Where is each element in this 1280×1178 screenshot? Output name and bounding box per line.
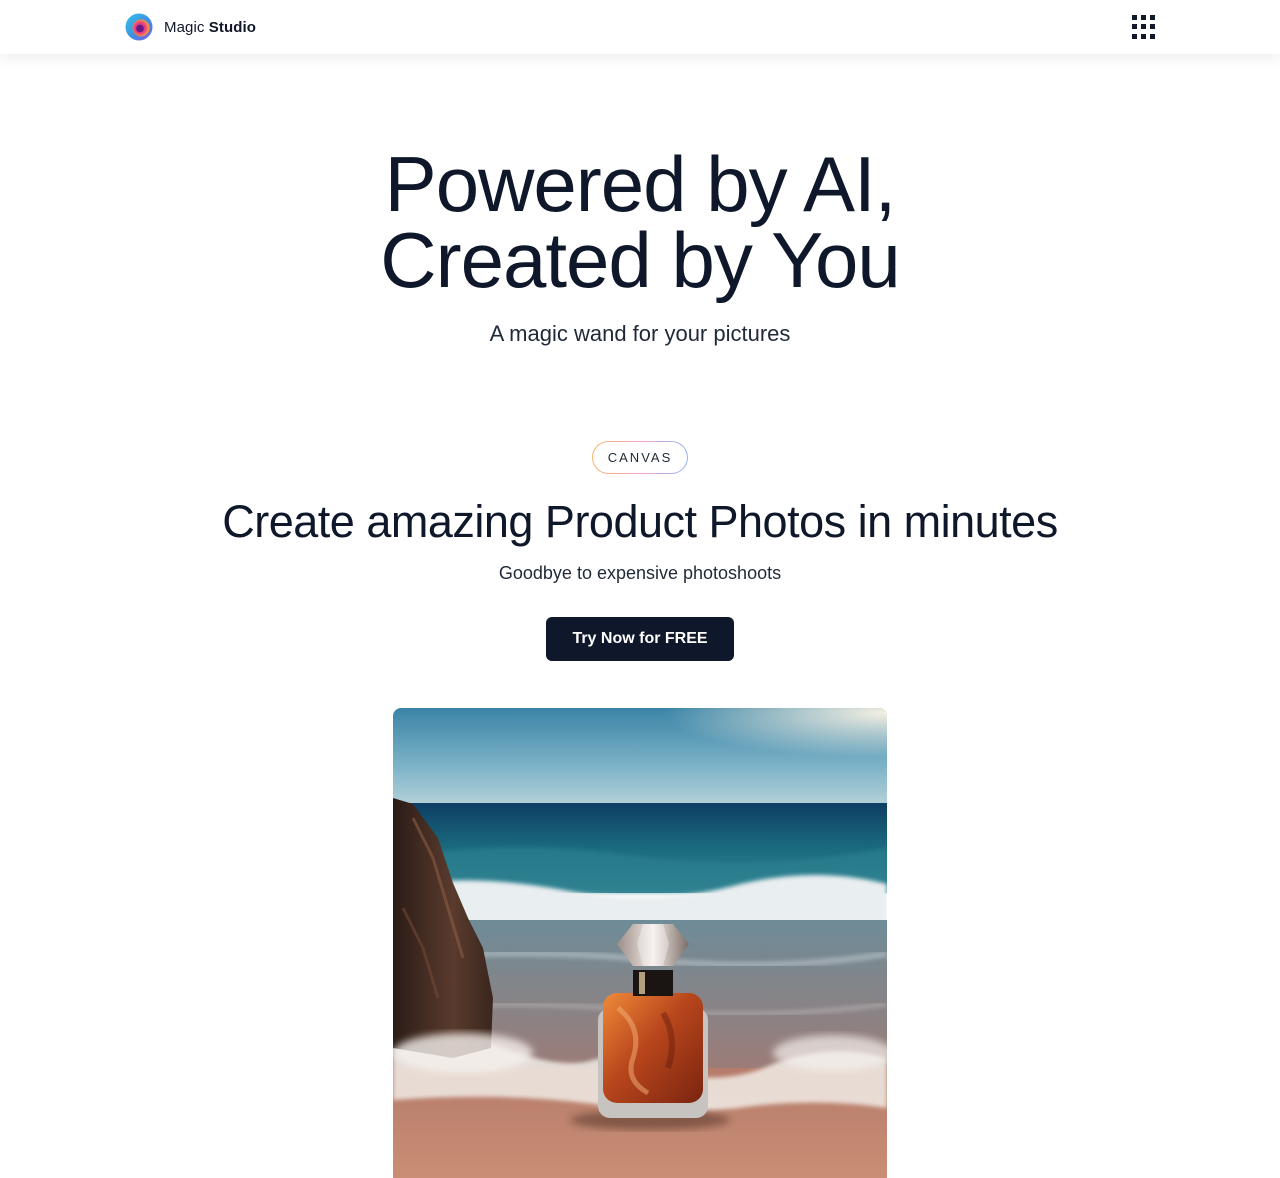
grid-dot: [1141, 33, 1146, 39]
hero-subtitle: A magic wand for your pictures: [489, 321, 791, 346]
brand-logo-link[interactable]: Magic Studio: [125, 13, 256, 41]
top-navigation-bar: Magic Studio: [0, 0, 1280, 54]
grid-dot: [1141, 24, 1146, 30]
perfume-bottle-on-beach-photo: [393, 708, 887, 1178]
grid-dot: [1132, 15, 1137, 20]
hero-title: Powered by AI, Created by You: [0, 140, 1280, 304]
grid-dot: [1132, 24, 1137, 30]
grid-menu-icon[interactable]: [1131, 14, 1157, 40]
grid-dot: [1141, 15, 1146, 20]
canvas-tag-label: CANVAS: [593, 442, 687, 473]
grid-dot: [1150, 24, 1155, 30]
try-now-button[interactable]: Try Now for FREE: [546, 617, 734, 661]
magic-studio-logo-icon: [125, 13, 153, 41]
feature-subtitle: Goodbye to expensive photoshoots: [498, 563, 782, 583]
grid-dot: [1132, 33, 1137, 39]
brand-name-regular: Magic: [164, 18, 205, 36]
feature-title: Create amazing Product Photos in minutes: [222, 496, 1058, 547]
brand-name: Magic Studio: [164, 19, 256, 36]
brand-name-bold: Studio: [208, 18, 257, 36]
grid-dot: [1150, 33, 1155, 39]
canvas-tag: CANVAS: [592, 441, 688, 474]
grid-dot: [1150, 15, 1155, 20]
hero-title-line-1: Powered by AI,: [384, 140, 897, 228]
hero-title-line-2: Created by You: [380, 216, 900, 304]
